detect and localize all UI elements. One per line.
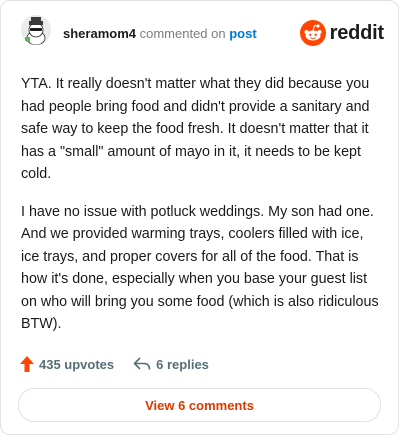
reddit-logo-icon <box>299 20 326 46</box>
view-comments-button[interactable]: View 6 comments <box>18 388 381 422</box>
comment-header: sheramom4 commented on post reddit <box>21 15 384 53</box>
username-link[interactable]: sheramom4 <box>63 26 136 41</box>
comment-actions: 435 upvotes 6 replies <box>20 353 209 375</box>
replies-button[interactable]: 6 replies <box>133 357 209 372</box>
upvote-arrow-icon <box>20 356 34 372</box>
upvote-button[interactable]: 435 upvotes <box>20 356 114 372</box>
replies-count: 6 replies <box>156 356 209 372</box>
upvote-count: 435 upvotes <box>39 356 115 372</box>
comment-card: sheramom4 commented on post reddit YTA. … <box>0 0 399 435</box>
comment-paragraph: I have no issue with potluck weddings. M… <box>21 203 379 333</box>
snoo-avatar-icon[interactable] <box>21 15 51 45</box>
brand-name: reddit <box>329 21 385 44</box>
action-text: commented on <box>139 26 226 41</box>
comment-meta: sheramom4 commented on post <box>63 26 257 41</box>
post-link[interactable]: post <box>229 26 256 41</box>
comment-body: YTA. It really doesn't matter what they … <box>21 73 384 351</box>
reddit-logo[interactable]: reddit <box>299 19 385 47</box>
reply-arrow-icon <box>133 357 151 370</box>
comment-paragraph: YTA. It really doesn't matter what they … <box>21 76 370 182</box>
